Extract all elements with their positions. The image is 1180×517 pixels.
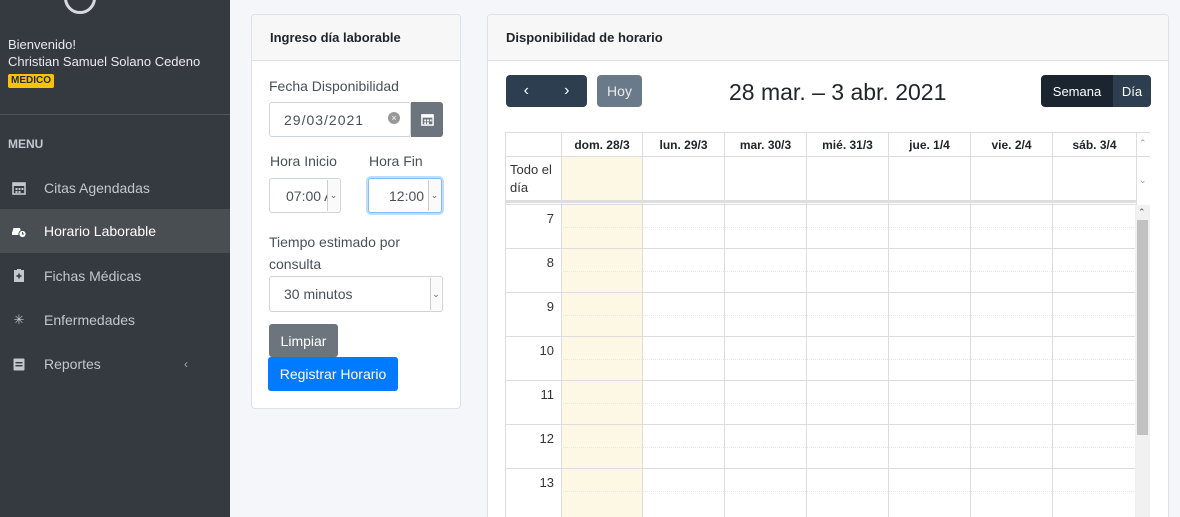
all-day-label: Todo el día <box>510 162 552 195</box>
user-name: Christian Samuel Solano Cedeno <box>8 54 201 69</box>
calendar-range-title: 28 mar. – 3 abr. 2021 <box>729 79 947 105</box>
chevron-down-icon: ⌄ <box>327 180 339 211</box>
hora-inicio-select[interactable]: 07:00 A ⌄ <box>269 178 341 213</box>
form-card-title: Ingreso día laborable <box>252 15 460 61</box>
today-button[interactable]: Hoy <box>597 75 642 107</box>
sidebar: Bienvenido! Christian Samuel Solano Cede… <box>0 0 230 517</box>
all-day-row: Todo el día <box>506 157 1136 203</box>
hour-row[interactable]: 8 <box>506 248 1136 292</box>
next-button[interactable]: › <box>547 75 588 107</box>
day-header: mar. 30/3 <box>724 133 806 157</box>
day-header: jue. 1/4 <box>888 133 970 157</box>
chevron-down-icon: ⌄ <box>428 180 440 211</box>
day-header: vie. 2/4 <box>970 133 1052 157</box>
calendar-picker-button[interactable] <box>411 102 443 137</box>
prev-button[interactable]: ‹ <box>506 75 547 107</box>
hour-label: 10 <box>539 343 554 358</box>
clear-icon[interactable]: × <box>388 112 400 124</box>
fecha-value: 29/03/2021 <box>284 111 365 128</box>
view-switch: Semana Día <box>1041 75 1151 107</box>
chevron-left-icon: ‹ <box>184 357 188 371</box>
sidebar-item-label: Fichas Médicas <box>44 268 142 284</box>
tiempo-select[interactable]: 30 minutos ⌄ <box>269 276 443 312</box>
day-header: dom. 28/3 <box>561 133 642 157</box>
hour-row[interactable]: 13 <box>506 468 1136 512</box>
scroll-up-icon[interactable]: ⌃ <box>1138 207 1146 218</box>
sidebar-divider <box>0 114 230 115</box>
day-view-button[interactable]: Día <box>1113 75 1151 107</box>
allday-scroll-down-icon[interactable]: ⌄ <box>1139 175 1147 186</box>
registrar-horario-button[interactable]: Registrar Horario <box>268 357 398 391</box>
header-scroll-up-icon[interactable]: ⌃ <box>1139 138 1147 149</box>
day-header-row: dom. 28/3 lun. 29/3 mar. 30/3 mié. 31/3 … <box>506 132 1150 157</box>
hour-label: 12 <box>539 431 554 446</box>
calendar-grid: dom. 28/3 lun. 29/3 mar. 30/3 mié. 31/3 … <box>505 132 1150 517</box>
calendar-card-title: Disponibilidad de horario <box>488 15 1168 61</box>
hour-row[interactable]: 7 <box>506 204 1136 248</box>
sidebar-item-citas-agendadas[interactable]: Citas Agendadas <box>0 166 230 210</box>
calendar-nav-group: ‹ › <box>506 75 587 107</box>
sidebar-item-horario-laborable[interactable]: Horario Laborable <box>0 209 230 253</box>
hour-row[interactable]: 12 <box>506 424 1136 468</box>
hour-label: 7 <box>546 211 554 226</box>
avatar <box>64 0 96 14</box>
hora-inicio-label: Hora Inicio <box>270 153 337 169</box>
welcome-text: Bienvenido! <box>8 37 76 52</box>
clock-car-icon <box>10 222 28 240</box>
sidebar-item-label: Citas Agendadas <box>44 180 150 196</box>
sidebar-item-enfermedades[interactable]: ✳ Enfermedades <box>0 298 230 342</box>
day-header: mié. 31/3 <box>806 133 888 157</box>
medical-file-icon <box>10 267 28 285</box>
report-icon <box>10 355 28 373</box>
sidebar-item-label: Horario Laborable <box>44 223 157 239</box>
virus-icon: ✳ <box>13 312 25 327</box>
hour-label: 11 <box>540 387 555 402</box>
hour-label: 9 <box>546 299 554 314</box>
calendar-icon <box>420 114 434 126</box>
role-badge: MEDICO <box>8 74 54 88</box>
chevron-down-icon: ⌄ <box>430 278 441 310</box>
user-panel: Bienvenido! Christian Samuel Solano Cede… <box>8 36 200 88</box>
calendar-icon <box>10 179 28 197</box>
menu-header: MENU <box>8 137 44 151</box>
sidebar-item-reportes[interactable]: Reportes ‹ <box>0 342 230 386</box>
hour-label: 13 <box>539 475 554 490</box>
hour-row[interactable]: 9 <box>506 292 1136 336</box>
hour-row[interactable]: 11 <box>506 380 1136 424</box>
day-header: sáb. 3/4 <box>1052 133 1136 157</box>
sidebar-item-fichas-medicas[interactable]: Fichas Médicas <box>0 254 230 298</box>
day-header: lun. 29/3 <box>642 133 724 157</box>
tiempo-label: Tiempo estimado por consulta <box>269 234 400 272</box>
hour-label: 8 <box>546 255 554 270</box>
calendar-scroll-thumb[interactable] <box>1137 220 1148 435</box>
fecha-label: Fecha Disponibilidad <box>269 78 399 94</box>
week-view-button[interactable]: Semana <box>1041 75 1113 107</box>
sidebar-item-label: Reportes <box>44 356 101 372</box>
sidebar-item-label: Enfermedades <box>44 312 136 328</box>
hora-fin-label: Hora Fin <box>369 153 423 169</box>
tiempo-value: 30 minutos <box>284 286 353 302</box>
hora-fin-select[interactable]: 12:00 P ⌄ <box>368 178 442 213</box>
limpiar-button[interactable]: Limpiar <box>269 324 338 357</box>
hour-row[interactable]: 10 <box>506 336 1136 380</box>
fecha-input[interactable]: 29/03/2021 × <box>269 102 411 137</box>
